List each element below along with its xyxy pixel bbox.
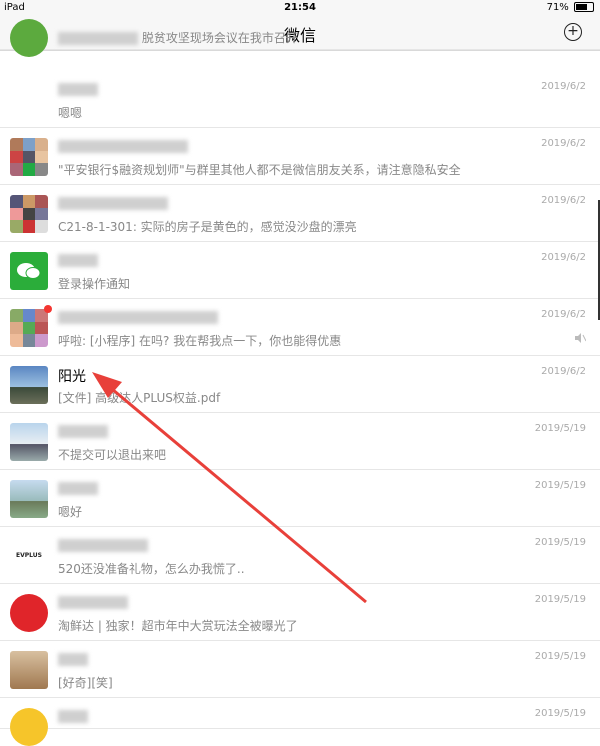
annotation-arrow [92, 372, 367, 604]
